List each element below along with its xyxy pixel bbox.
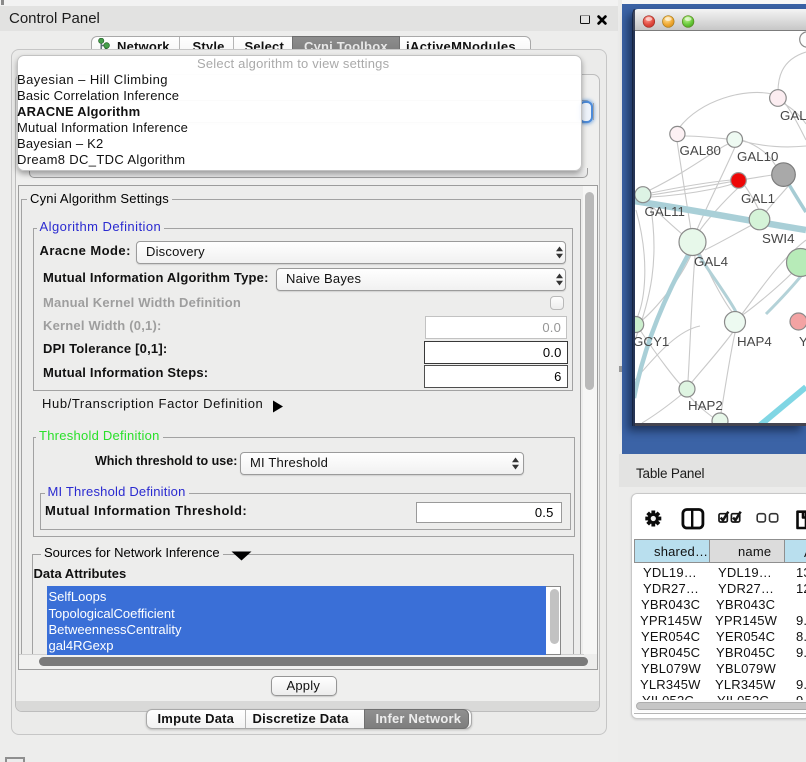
- svg-text:GAL4: GAL4: [694, 254, 728, 269]
- svg-text:GAL1: GAL1: [741, 191, 775, 206]
- svg-text:SWI4: SWI4: [762, 231, 795, 246]
- svg-text:HAP2: HAP2: [688, 398, 723, 413]
- svg-text:GAL11: GAL11: [645, 204, 685, 219]
- svg-text:YJ: YJ: [799, 334, 806, 349]
- svg-text:GAL10: GAL10: [737, 149, 778, 164]
- svg-text:GAL7: GAL7: [780, 108, 806, 123]
- svg-text:HAP4: HAP4: [737, 334, 772, 349]
- svg-text:GCY1: GCY1: [635, 334, 669, 349]
- svg-text:GAL80: GAL80: [680, 143, 721, 158]
